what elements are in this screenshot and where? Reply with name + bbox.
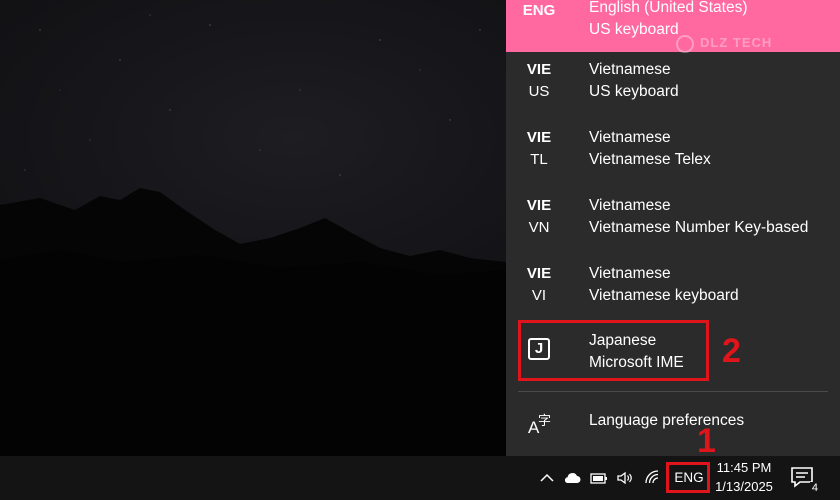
step-2-highlight	[518, 320, 709, 381]
language-name: Vietnamese	[589, 129, 671, 146]
cloud-icon[interactable]	[562, 468, 582, 488]
wifi-icon[interactable]	[643, 468, 663, 488]
language-option-vie-vn[interactable]: VIE VN Vietnamese Vietnamese Number Key-…	[506, 187, 840, 253]
clock-date: 1/13/2025	[715, 479, 773, 494]
taskbar-clock[interactable]: 11:45 PM 1/13/2025	[711, 458, 777, 496]
chevron-up-icon[interactable]	[537, 468, 557, 488]
language-option-vie-tl[interactable]: VIE TL Vietnamese Vietnamese Telex	[506, 119, 840, 185]
clock-time: 11:45 PM	[716, 460, 772, 475]
language-name: Vietnamese	[589, 197, 671, 214]
language-preferences-icon: A字	[528, 414, 552, 437]
language-code: VIE US	[526, 61, 552, 100]
battery-icon[interactable]	[589, 468, 609, 488]
keyboard-layout-name: Vietnamese keyboard	[589, 287, 739, 304]
language-name: English (United States)	[589, 0, 748, 16]
language-option-vie-vi[interactable]: VIE VI Vietnamese Vietnamese keyboard	[506, 255, 840, 321]
keyboard-layout-name: Vietnamese Number Key-based	[589, 219, 809, 236]
step-2-label: 2	[722, 332, 741, 370]
language-name: Vietnamese	[589, 61, 671, 78]
language-option-vie-us[interactable]: VIE US Vietnamese US keyboard	[506, 51, 840, 117]
language-name: Vietnamese	[589, 265, 671, 282]
step-1-highlight	[666, 462, 710, 493]
language-preferences-label: Language preferences	[589, 412, 745, 429]
language-code: VIE TL	[526, 129, 552, 168]
action-center-button[interactable]: 4	[790, 466, 820, 494]
keyboard-layout-name: US keyboard	[589, 83, 679, 100]
flyout-divider	[518, 391, 828, 392]
watermark-logo-icon	[676, 34, 694, 53]
step-1-label: 1	[697, 422, 716, 460]
keyboard-layout-name: Vietnamese Telex	[589, 151, 711, 168]
input-language-flyout: ENG English (United States) US keyboard …	[506, 0, 840, 456]
language-preferences-link[interactable]: A字 Language preferences	[506, 396, 840, 452]
watermark: DLZ TECH	[676, 28, 796, 58]
speaker-icon[interactable]	[615, 468, 635, 488]
language-code: VIE VN	[526, 197, 552, 236]
notification-count-badge: 4	[809, 482, 820, 494]
language-code: ENG	[522, 2, 556, 19]
language-code: VIE VI	[526, 265, 552, 304]
